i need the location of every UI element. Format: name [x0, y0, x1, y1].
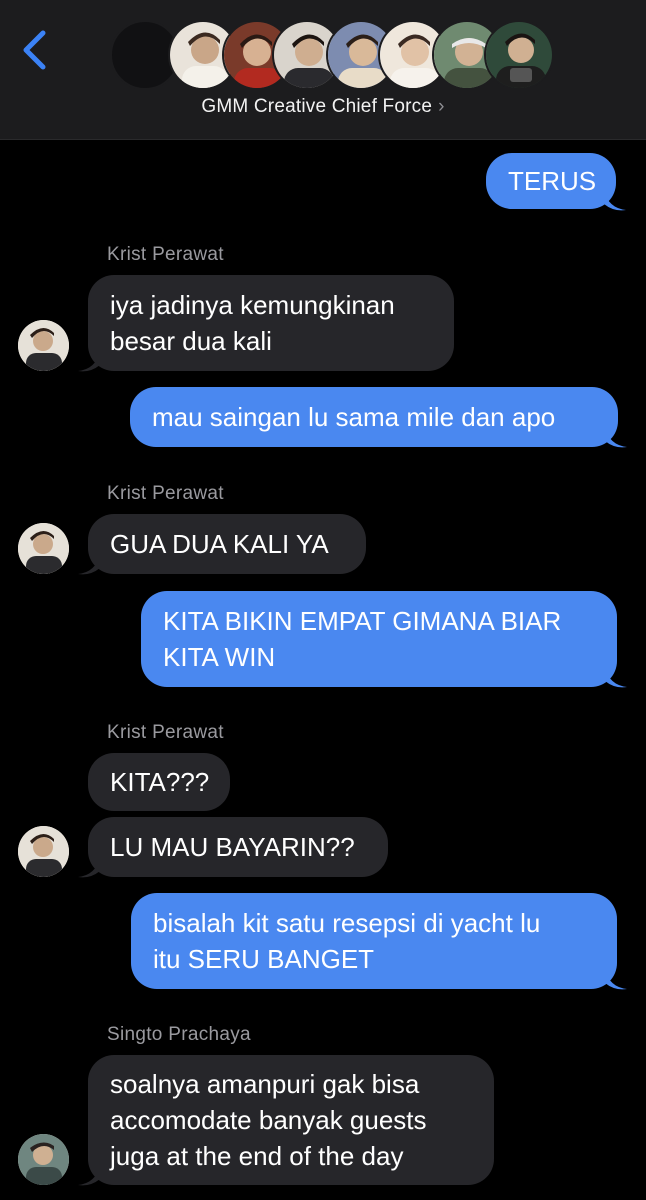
incoming-message[interactable]: KITA??? — [88, 753, 230, 811]
group-avatars[interactable] — [110, 20, 554, 92]
group-name[interactable]: GMM Creative Chief Force › — [0, 96, 646, 118]
sender-avatar[interactable] — [18, 1134, 69, 1185]
message-text: TERUS — [508, 166, 597, 196]
incoming-message[interactable]: GUA DUA KALI YA — [88, 514, 366, 574]
message-text: GUA DUA KALI YA — [110, 529, 329, 559]
outgoing-message[interactable]: TERUS — [486, 153, 616, 209]
outgoing-message[interactable]: mau saingan lu sama mile dan apo — [130, 387, 618, 447]
bubble-tail — [78, 554, 100, 575]
bubble-tail — [78, 351, 100, 372]
message-text-line: soalnya amanpuri gak bisa — [110, 1069, 420, 1099]
message-text-line: itu SERU BANGET — [153, 944, 375, 974]
message-text-line: besar dua kali — [110, 326, 272, 356]
outgoing-message[interactable]: bisalah kit satu resepsi di yacht lu itu… — [131, 893, 617, 989]
message-text-line: KITA WIN — [163, 642, 276, 672]
message-text-line: accomodate banyak guests — [110, 1105, 427, 1135]
incoming-message[interactable]: soalnya amanpuri gak bisa accomodate ban… — [88, 1055, 494, 1185]
group-name-label: GMM Creative Chief Force — [201, 96, 433, 117]
incoming-message[interactable]: LU MAU BAYARIN?? — [88, 817, 388, 877]
message-text-line: juga at the end of the day — [110, 1141, 404, 1171]
bubble-tail — [78, 1165, 100, 1186]
message-text: KITA??? — [110, 767, 210, 797]
message-text: LU MAU BAYARIN?? — [110, 832, 355, 862]
member-avatar — [484, 20, 554, 90]
sender-name: Singto Prachaya — [107, 1024, 251, 1045]
sender-name: Krist Perawat — [107, 483, 224, 504]
chevron-right-icon: › — [438, 96, 445, 117]
sender-avatar[interactable] — [18, 523, 69, 574]
bubble-tail — [78, 857, 100, 878]
bubble-tail — [605, 667, 627, 688]
conversation-header: GMM Creative Chief Force › — [0, 0, 646, 140]
bubble-tail — [604, 190, 626, 211]
sender-avatar[interactable] — [18, 320, 69, 371]
bubble-tail — [605, 427, 627, 448]
outgoing-message[interactable]: KITA BIKIN EMPAT GIMANA BIAR KITA WIN — [141, 591, 617, 687]
incoming-message[interactable]: iya jadinya kemungkinan besar dua kali — [88, 275, 454, 371]
back-button[interactable] — [14, 26, 54, 74]
message-text-line: bisalah kit satu resepsi di yacht lu — [153, 908, 541, 938]
bubble-tail — [605, 969, 627, 990]
sender-name: Krist Perawat — [107, 722, 224, 743]
chevron-left-icon — [23, 30, 46, 70]
sender-avatar[interactable] — [18, 826, 69, 877]
sender-name: Krist Perawat — [107, 244, 224, 265]
message-text-line: iya jadinya kemungkinan — [110, 290, 395, 320]
message-text-line: KITA BIKIN EMPAT GIMANA BIAR — [163, 606, 562, 636]
message-text: mau saingan lu sama mile dan apo — [152, 402, 556, 432]
